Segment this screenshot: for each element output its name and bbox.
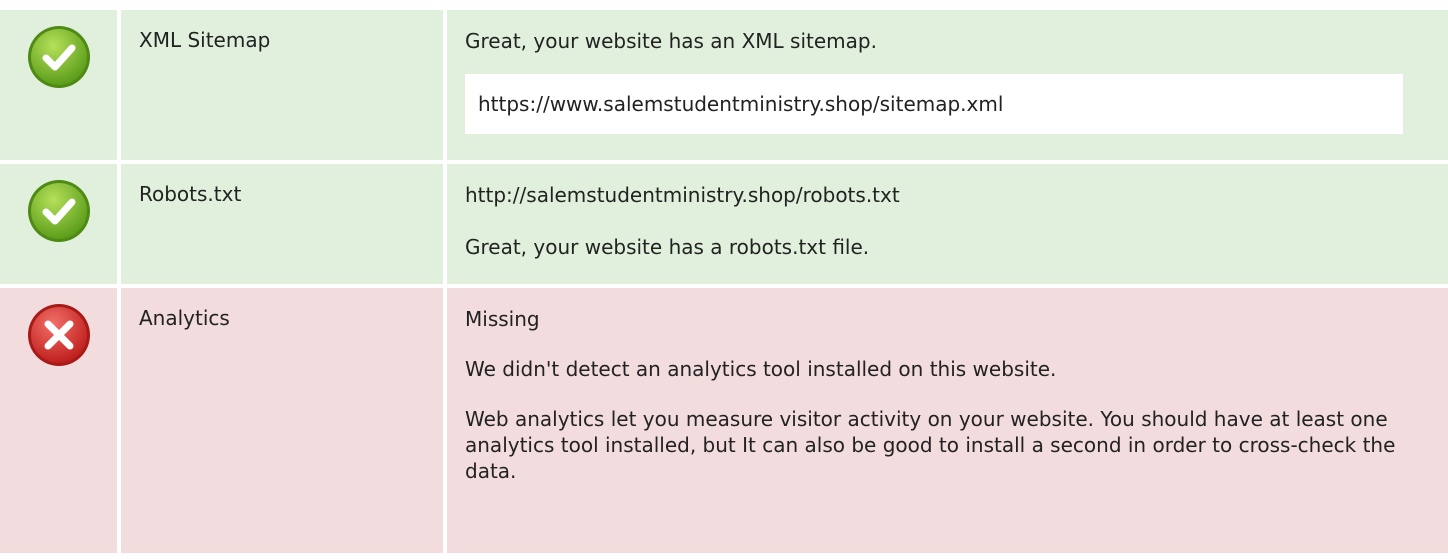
result-detail: Web analytics let you measure visitor ac… [465, 407, 1396, 483]
check-icon [27, 180, 90, 242]
result-message: Great, your website has a robots.txt fil… [465, 235, 870, 259]
check-name: XML Sitemap [121, 10, 443, 160]
status-cell [0, 288, 117, 553]
report-row-xml-sitemap: XML Sitemap Great, your website has an X… [0, 10, 1448, 160]
robots-url: http://salemstudentministry.shop/robots.… [465, 183, 900, 207]
result-value: Missing [465, 307, 540, 331]
check-icon [27, 26, 90, 88]
check-name: Analytics [121, 288, 443, 553]
seo-report: XML Sitemap Great, your website has an X… [0, 10, 1448, 553]
status-cell [0, 10, 117, 160]
status-cell [0, 164, 117, 284]
cross-icon [27, 304, 90, 366]
check-name: Robots.txt [121, 164, 443, 284]
check-result: Missing We didn't detect an analytics to… [447, 288, 1448, 553]
result-message: Great, your website has an XML sitemap. [465, 29, 877, 53]
check-result: Great, your website has an XML sitemap. … [447, 10, 1448, 160]
check-result: http://salemstudentministry.shop/robots.… [447, 164, 1448, 284]
report-row-robots-txt: Robots.txt http://salemstudentministry.s… [0, 164, 1448, 284]
report-row-analytics: Analytics Missing We didn't detect an an… [0, 288, 1448, 553]
sitemap-url: https://www.salemstudentministry.shop/si… [465, 74, 1403, 134]
result-message: We didn't detect an analytics tool insta… [465, 357, 1057, 381]
